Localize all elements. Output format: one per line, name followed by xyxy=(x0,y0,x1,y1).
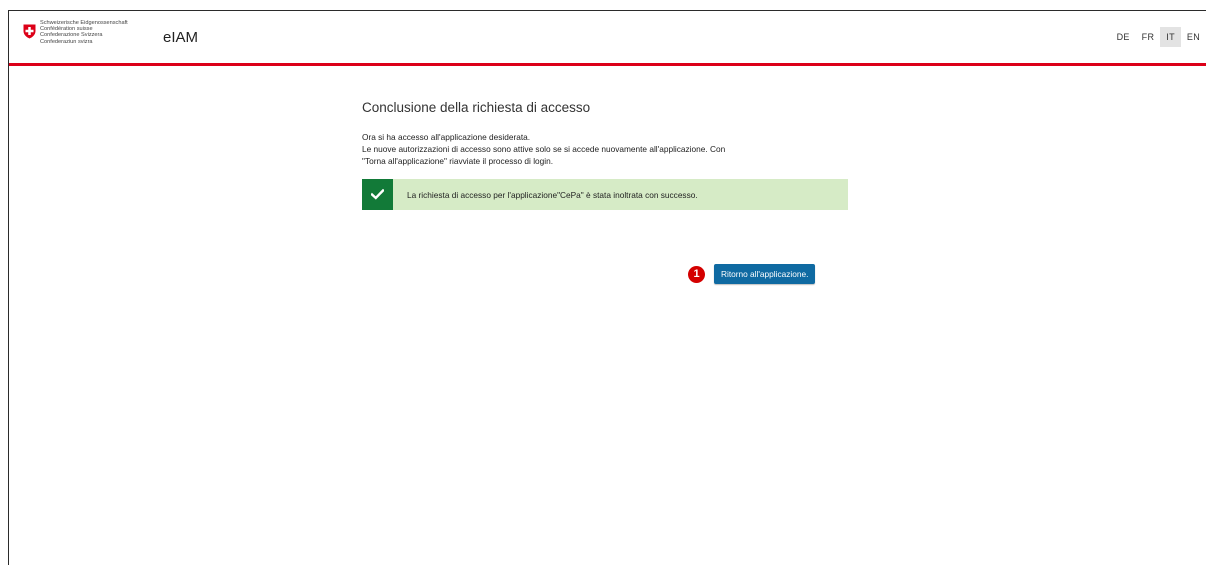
confederation-wordmark: Schweizerische Eidgenossenschaft Confédé… xyxy=(40,20,128,45)
confederation-line: Confederaziun svizra xyxy=(40,38,93,45)
page-title: Conclusione della richiesta di accesso xyxy=(362,100,591,115)
language-fr[interactable]: FR xyxy=(1136,27,1161,47)
step-marker-badge: 1 xyxy=(688,265,705,283)
success-alert: La richiesta di accesso per l'applicazio… xyxy=(362,179,848,210)
swiss-crest-icon xyxy=(23,24,36,39)
return-to-application-button[interactable]: Ritorno all'applicazione. xyxy=(714,264,816,284)
alert-message: La richiesta di accesso per l'applicazio… xyxy=(407,189,698,200)
page-frame: Schweizerische Eidgenossenschaft Confédé… xyxy=(8,10,1206,565)
language-de[interactable]: DE xyxy=(1111,27,1136,47)
intro-text: Ora si ha accesso all'applicazione desid… xyxy=(362,131,848,167)
checkmark-icon xyxy=(371,189,384,200)
intro-line: Le nuove autorizzazioni di accesso sono … xyxy=(362,144,726,154)
intro-line: Ora si ha accesso all'applicazione desid… xyxy=(362,132,531,142)
alert-icon-box xyxy=(362,179,393,210)
language-switcher: DE FR IT EN xyxy=(1111,27,1206,47)
intro-line: "Torna all'applicazione" riavviate il pr… xyxy=(362,156,554,166)
actions-row: 1 Ritorno all'applicazione. xyxy=(688,264,816,284)
main-content: Conclusione della richiesta di accesso O… xyxy=(362,100,848,210)
language-en[interactable]: EN xyxy=(1181,27,1206,47)
app-title: eIAM xyxy=(163,29,199,46)
language-it[interactable]: IT xyxy=(1160,27,1181,47)
site-header: Schweizerische Eidgenossenschaft Confédé… xyxy=(9,11,1206,66)
